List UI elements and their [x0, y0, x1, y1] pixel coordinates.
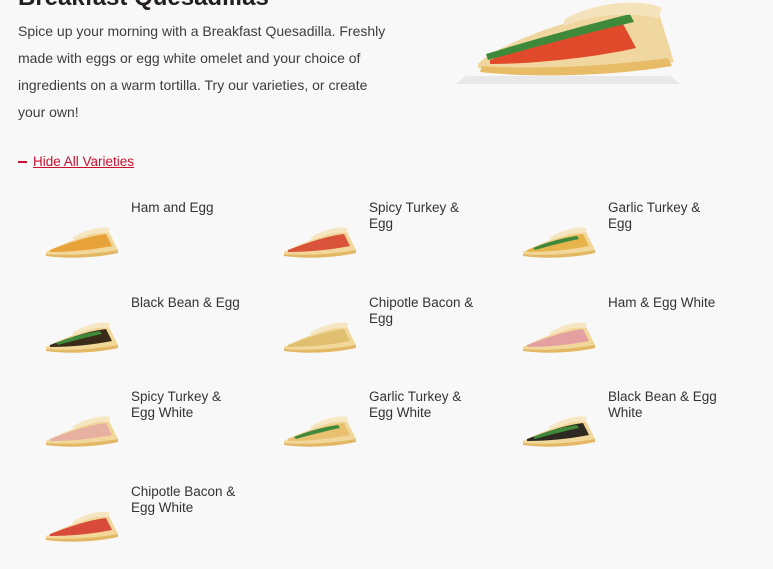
variety-name: Black Bean & Egg [131, 295, 240, 310]
variety-item[interactable]: Chipotle Bacon & Egg White [30, 484, 255, 564]
variety-name: Black Bean & Egg White [608, 389, 717, 420]
variety-thumbnail [46, 511, 118, 542]
variety-item[interactable]: Garlic Turkey & Egg [507, 200, 732, 280]
variety-thumbnail [523, 227, 595, 258]
hide-varieties-label: Hide All Varieties [33, 154, 135, 169]
variety-name: Ham & Egg White [608, 295, 716, 310]
hide-varieties-link[interactable]: Hide All Varieties [18, 154, 134, 169]
variety-name: Spicy Turkey & Egg White [131, 389, 222, 420]
variety-thumbnail [284, 416, 356, 447]
variety-thumbnail [523, 416, 595, 447]
variety-name: Garlic Turkey & Egg [608, 200, 701, 231]
variety-item[interactable]: Ham & Egg White [507, 295, 732, 375]
variety-thumbnail [46, 227, 118, 258]
variety-item[interactable]: Chipotle Bacon & Egg [268, 295, 493, 375]
page-description: Spice up your morning with a Breakfast Q… [18, 23, 386, 120]
variety-item[interactable]: Black Bean & Egg White [507, 389, 732, 469]
variety-name: Chipotle Bacon & Egg [369, 295, 474, 326]
variety-item[interactable]: Spicy Turkey & Egg White [30, 389, 255, 469]
variety-item[interactable]: Ham and Egg [30, 200, 255, 280]
variety-thumbnail [523, 322, 595, 353]
variety-item[interactable]: Spicy Turkey & Egg [268, 200, 493, 280]
variety-thumbnail [46, 416, 118, 447]
page-title: Breakfast Quesadillas [18, 0, 269, 12]
variety-name: Garlic Turkey & Egg White [369, 389, 462, 420]
variety-name: Chipotle Bacon & Egg White [131, 484, 236, 515]
minus-icon [18, 160, 27, 163]
variety-name: Spicy Turkey & Egg [369, 200, 460, 231]
variety-thumbnail [284, 322, 356, 353]
variety-name: Ham and Egg [131, 200, 214, 215]
hero-image [456, 2, 680, 84]
variety-item[interactable]: Garlic Turkey & Egg White [268, 389, 493, 469]
variety-thumbnail [46, 322, 118, 353]
page: Breakfast Quesadillas Spice up your morn… [0, 0, 773, 569]
variety-thumbnail [284, 227, 356, 258]
variety-item[interactable]: Black Bean & Egg [30, 295, 255, 375]
